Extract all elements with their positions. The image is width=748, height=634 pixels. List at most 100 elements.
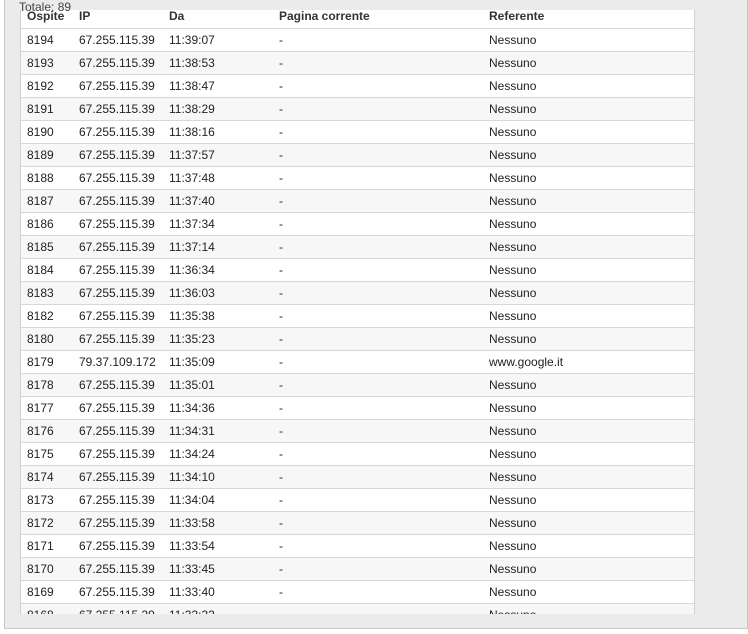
cell-da: 11:39:07	[169, 33, 215, 47]
cell-pagina-corrente: -	[279, 309, 283, 323]
column-header-da[interactable]: Da	[169, 10, 184, 23]
cell-pagina-corrente: -	[279, 194, 283, 208]
cell-referente: Nessuno	[489, 424, 537, 438]
cell-pagina-corrente: -	[279, 424, 283, 438]
table-row[interactable]: 8183 67.255.115.39 11:36:03 - Nessuno	[21, 282, 694, 305]
cell-ospite: 8186	[27, 217, 54, 231]
table-row[interactable]: 8173 67.255.115.39 11:34:04 - Nessuno	[21, 489, 694, 512]
cell-ospite: 8175	[27, 447, 54, 461]
cell-ip: 67.255.115.39	[79, 447, 155, 461]
cell-ip: 67.255.115.39	[79, 33, 155, 47]
total-count: Totale: 89	[19, 0, 72, 14]
cell-referente: Nessuno	[489, 263, 537, 277]
table-row[interactable]: 8177 67.255.115.39 11:34:36 - Nessuno	[21, 397, 694, 420]
table-row[interactable]: 8190 67.255.115.39 11:38:16 - Nessuno	[21, 121, 694, 144]
cell-ip: 67.255.115.39	[79, 378, 155, 392]
table-row[interactable]: 8179 79.37.109.172 11:35:09 - www.google.it	[21, 351, 694, 374]
cell-pagina-corrente: -	[279, 539, 283, 553]
cell-da: 11:33:54	[169, 539, 215, 553]
cell-pagina-corrente: -	[279, 585, 283, 599]
cell-referente: Nessuno	[489, 286, 537, 300]
cell-referente: Nessuno	[489, 309, 537, 323]
table-row[interactable]: 8185 67.255.115.39 11:37:14 - Nessuno	[21, 236, 694, 259]
cell-pagina-corrente: -	[279, 79, 283, 93]
cell-pagina-corrente: -	[279, 332, 283, 346]
table-row[interactable]: 8176 67.255.115.39 11:34:31 - Nessuno	[21, 420, 694, 443]
table-row[interactable]: 8187 67.255.115.39 11:37:40 - Nessuno	[21, 190, 694, 213]
cell-referente: Nessuno	[489, 148, 537, 162]
cell-ip: 67.255.115.39	[79, 217, 155, 231]
cell-da: 11:36:03	[169, 286, 215, 300]
cell-da: 11:37:48	[169, 171, 215, 185]
column-header-referente[interactable]: Referente	[489, 10, 544, 23]
table-row[interactable]: 8189 67.255.115.39 11:37:57 - Nessuno	[21, 144, 694, 167]
cell-pagina-corrente: -	[279, 217, 283, 231]
table-row[interactable]: 8169 67.255.115.39 11:33:40 - Nessuno	[21, 581, 694, 604]
cell-da: 11:33:32	[169, 608, 215, 614]
cell-ip: 67.255.115.39	[79, 56, 155, 70]
table-row[interactable]: 8192 67.255.115.39 11:38:47 - Nessuno	[21, 75, 694, 98]
cell-ip: 67.255.115.39	[79, 148, 155, 162]
cell-ospite: 8174	[27, 470, 54, 484]
table-row[interactable]: 8178 67.255.115.39 11:35:01 - Nessuno	[21, 374, 694, 397]
table-row[interactable]: 8184 67.255.115.39 11:36:34 - Nessuno	[21, 259, 694, 282]
cell-da: 11:38:29	[169, 102, 215, 116]
cell-referente: Nessuno	[489, 332, 537, 346]
table-row[interactable]: 8174 67.255.115.39 11:34:10 - Nessuno	[21, 466, 694, 489]
cell-ospite: 8168	[27, 608, 54, 614]
table-row[interactable]: 8191 67.255.115.39 11:38:29 - Nessuno	[21, 98, 694, 121]
cell-ip: 67.255.115.39	[79, 424, 155, 438]
cell-pagina-corrente: -	[279, 562, 283, 576]
cell-ip: 67.255.115.39	[79, 516, 155, 530]
cell-da: 11:35:38	[169, 309, 215, 323]
cell-pagina-corrente: -	[279, 33, 283, 47]
cell-referente: Nessuno	[489, 33, 537, 47]
table-row[interactable]: 8194 67.255.115.39 11:39:07 - Nessuno	[21, 29, 694, 52]
cell-da: 11:38:53	[169, 56, 215, 70]
visitors-table[interactable]: Ospite IP Da Pagina corrente Referente 8…	[20, 10, 695, 614]
table-row[interactable]: 8168 67.255.115.39 11:33:32 - Nessuno	[21, 604, 694, 614]
cell-ip: 67.255.115.39	[79, 240, 155, 254]
cell-da: 11:34:04	[169, 493, 215, 507]
table-row[interactable]: 8182 67.255.115.39 11:35:38 - Nessuno	[21, 305, 694, 328]
cell-referente: Nessuno	[489, 562, 537, 576]
cell-da: 11:38:16	[169, 125, 215, 139]
cell-referente: Nessuno	[489, 56, 537, 70]
cell-da: 11:34:31	[169, 424, 215, 438]
cell-pagina-corrente: -	[279, 263, 283, 277]
cell-referente: Nessuno	[489, 240, 537, 254]
cell-referente: Nessuno	[489, 194, 537, 208]
cell-ip: 67.255.115.39	[79, 309, 155, 323]
cell-ospite: 8190	[27, 125, 54, 139]
cell-pagina-corrente: -	[279, 493, 283, 507]
cell-da: 11:34:10	[169, 470, 215, 484]
cell-referente: Nessuno	[489, 447, 537, 461]
cell-referente: Nessuno	[489, 516, 537, 530]
table-row[interactable]: 8186 67.255.115.39 11:37:34 - Nessuno	[21, 213, 694, 236]
table-row[interactable]: 8170 67.255.115.39 11:33:45 - Nessuno	[21, 558, 694, 581]
cell-ospite: 8173	[27, 493, 54, 507]
cell-da: 11:37:57	[169, 148, 215, 162]
cell-ospite: 8177	[27, 401, 54, 415]
cell-ip: 67.255.115.39	[79, 539, 155, 553]
table-row[interactable]: 8180 67.255.115.39 11:35:23 - Nessuno	[21, 328, 694, 351]
table-row[interactable]: 8172 67.255.115.39 11:33:58 - Nessuno	[21, 512, 694, 535]
cell-ospite: 8169	[27, 585, 54, 599]
cell-pagina-corrente: -	[279, 286, 283, 300]
cell-referente: Nessuno	[489, 470, 537, 484]
cell-pagina-corrente: -	[279, 447, 283, 461]
cell-ip: 67.255.115.39	[79, 79, 155, 93]
cell-ospite: 8182	[27, 309, 54, 323]
cell-ospite: 8187	[27, 194, 54, 208]
cell-da: 11:37:40	[169, 194, 215, 208]
column-header-ip[interactable]: IP	[79, 10, 90, 23]
table-row[interactable]: 8193 67.255.115.39 11:38:53 - Nessuno	[21, 52, 694, 75]
table-row[interactable]: 8188 67.255.115.39 11:37:48 - Nessuno	[21, 167, 694, 190]
cell-da: 11:35:09	[169, 355, 215, 369]
table-row[interactable]: 8171 67.255.115.39 11:33:54 - Nessuno	[21, 535, 694, 558]
table-row[interactable]: 8175 67.255.115.39 11:34:24 - Nessuno	[21, 443, 694, 466]
cell-ip: 67.255.115.39	[79, 608, 155, 614]
column-header-pagina-corrente[interactable]: Pagina corrente	[279, 10, 370, 23]
cell-da: 11:34:24	[169, 447, 215, 461]
cell-da: 11:34:36	[169, 401, 215, 415]
